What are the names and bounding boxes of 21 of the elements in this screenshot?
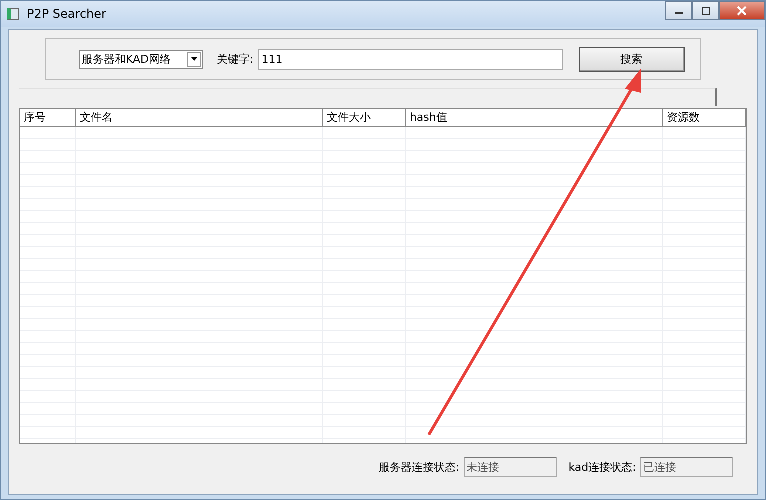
window-title: P2P Searcher [27, 7, 106, 21]
keyword-label: 关键字: [217, 52, 254, 66]
column-header[interactable]: hash值 [406, 109, 664, 126]
app-icon [7, 8, 19, 20]
keyword-field[interactable]: 111 [258, 48, 563, 70]
column-header[interactable]: 文件名 [76, 109, 324, 126]
maximize-button[interactable] [692, 1, 719, 20]
caret-icon [190, 57, 198, 61]
column-header[interactable]: 序号 [20, 109, 76, 126]
status-field[interactable]: 已连接 [640, 457, 734, 477]
column-header[interactable]: 资源数 [663, 109, 746, 126]
maximize-icon [700, 6, 710, 14]
mode-dropdown[interactable]: 服务器和KAD网络 [79, 50, 203, 68]
status-label: kad连接状态: [568, 460, 636, 474]
close-button[interactable] [719, 1, 765, 20]
status-label: 服务器连接状态: [379, 460, 460, 474]
minimize-button[interactable] [665, 1, 692, 20]
close-icon [736, 6, 748, 16]
search-button[interactable]: 搜索 [578, 46, 685, 72]
column-header[interactable]: 文件大小 [323, 109, 406, 126]
status-field[interactable]: 未连接 [464, 457, 557, 477]
